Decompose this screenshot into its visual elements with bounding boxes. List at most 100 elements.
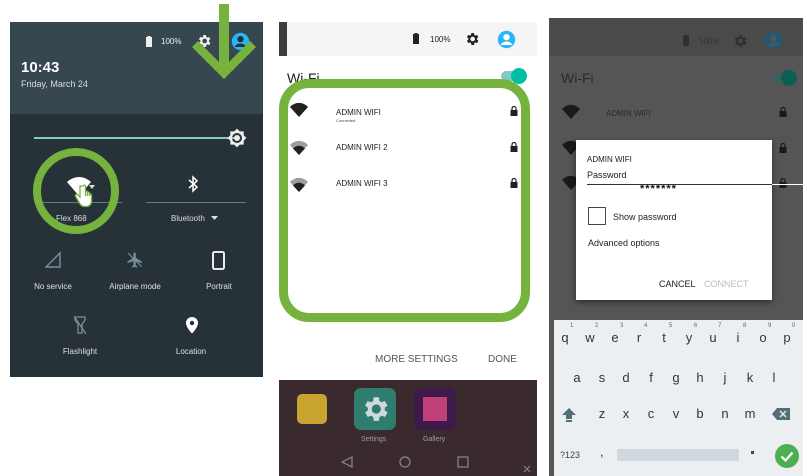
password-label: Password: [587, 170, 627, 180]
network-name-1: ADMIN WIFI: [606, 109, 651, 118]
key-i[interactable]: i: [728, 330, 748, 345]
done-check-key-icon[interactable]: [775, 444, 799, 468]
battery-icon: [682, 35, 690, 47]
shift-key-icon[interactable]: [561, 407, 577, 423]
key-j[interactable]: j: [715, 370, 735, 385]
brightness-icon[interactable]: [227, 128, 247, 148]
gallery-app-icon-inner: [423, 397, 447, 421]
key-o[interactable]: o: [753, 330, 773, 345]
bluetooth-dropdown-icon[interactable]: [211, 216, 218, 220]
wifi-toggle: [771, 70, 797, 86]
key-d[interactable]: d: [616, 370, 636, 385]
key-number-hint: 3: [620, 323, 624, 329]
key-f[interactable]: f: [641, 370, 661, 385]
flashlight-icon[interactable]: [74, 316, 86, 334]
period-key[interactable]: [751, 451, 754, 454]
connect-button[interactable]: CONNECT: [704, 279, 749, 289]
no-service-label: No service: [34, 282, 72, 291]
user-account-icon[interactable]: [497, 30, 516, 49]
lock-icon: [779, 107, 787, 117]
key-g[interactable]: g: [666, 370, 686, 385]
recents-nav-icon[interactable]: [457, 456, 469, 468]
cancel-button[interactable]: CANCEL: [659, 279, 696, 289]
home-nav-icon[interactable]: [399, 456, 411, 468]
battery-icon: [145, 36, 153, 48]
spacebar[interactable]: [617, 449, 739, 461]
tap-hand-icon: [72, 184, 94, 208]
portrait-icon[interactable]: [212, 251, 225, 270]
key-h[interactable]: h: [690, 370, 710, 385]
key-number-hint: 7: [718, 323, 722, 329]
advanced-options-link[interactable]: Advanced options: [588, 238, 660, 248]
key-number-hint: 4: [644, 323, 648, 329]
key-number-hint: 5: [669, 323, 673, 329]
key-m[interactable]: m: [740, 406, 760, 421]
key-v[interactable]: v: [666, 406, 686, 421]
airplane-mode-label: Airplane mode: [109, 282, 161, 291]
location-label: Location: [175, 347, 207, 356]
wifi-settings-screen: 100% Wi-Fi ADMIN WIFI Connected ADMIN WI…: [279, 22, 537, 476]
key-x[interactable]: x: [616, 406, 636, 421]
brightness-slider[interactable]: [34, 137, 234, 139]
key-a[interactable]: a: [567, 370, 587, 385]
dialog-network-name: ADMIN WIFI: [587, 155, 632, 164]
flashlight-label: Flashlight: [62, 347, 98, 356]
airplane-mode-icon[interactable]: [126, 251, 144, 269]
key-k[interactable]: k: [740, 370, 760, 385]
wifi-title: Wi-Fi: [561, 70, 594, 86]
gallery-app-icon[interactable]: [414, 388, 456, 430]
key-s[interactable]: s: [592, 370, 612, 385]
settings-app-label: Settings: [361, 436, 387, 443]
lock-icon: [779, 178, 787, 188]
key-c[interactable]: c: [641, 406, 661, 421]
key-number-hint: 0: [792, 323, 796, 329]
key-b[interactable]: b: [690, 406, 710, 421]
key-z[interactable]: z: [592, 406, 612, 421]
password-input-underline-overflow: [772, 184, 803, 185]
no-service-icon: [44, 251, 62, 269]
back-nav-icon[interactable]: [341, 456, 353, 468]
key-y[interactable]: y: [679, 330, 699, 345]
gallery-app-label: Gallery: [423, 436, 446, 443]
backspace-key-icon[interactable]: [772, 408, 790, 420]
battery-percent: 100%: [430, 35, 451, 44]
folder-app-icon[interactable]: [297, 394, 327, 424]
key-r[interactable]: r: [629, 330, 649, 345]
done-button[interactable]: DONE: [488, 354, 517, 365]
key-e[interactable]: e: [605, 330, 625, 345]
settings-gear-icon[interactable]: [464, 31, 480, 47]
settings-app-icon[interactable]: [354, 388, 396, 430]
key-number-hint: 6: [694, 323, 698, 329]
comma-key[interactable]: ,: [600, 444, 604, 459]
key-n[interactable]: n: [715, 406, 735, 421]
location-icon[interactable]: [185, 316, 199, 334]
bluetooth-tile-underline: [146, 202, 246, 203]
key-number-hint: 1: [570, 323, 574, 329]
user-account-icon: [764, 31, 783, 50]
key-number-hint: 2: [595, 323, 599, 329]
key-l[interactable]: l: [764, 370, 784, 385]
key-w[interactable]: w: [580, 330, 600, 345]
battery-percent: 100%: [161, 37, 182, 46]
expand-icon: [523, 465, 531, 473]
wifi-signal-icon: [561, 104, 581, 120]
bluetooth-icon[interactable]: [186, 175, 200, 193]
wifi-password-screen: 100% Wi-Fi ADMIN WIFI ADMIN WIFI Passwor…: [549, 18, 803, 476]
key-p[interactable]: p: [777, 330, 797, 345]
wifi-toggle-knob: [781, 70, 797, 86]
date-text: Friday, March 24: [21, 79, 88, 89]
symbols-key[interactable]: ?123: [560, 450, 580, 460]
key-number-hint: 8: [743, 323, 747, 329]
key-u[interactable]: u: [703, 330, 723, 345]
battery-icon: [412, 33, 420, 45]
status-bar-dark-edge: [279, 22, 287, 56]
clock-time: 10:43: [21, 59, 60, 76]
more-settings-button[interactable]: MORE SETTINGS: [375, 354, 458, 365]
lock-icon: [779, 143, 787, 153]
show-password-label: Show password: [613, 212, 677, 222]
key-q[interactable]: q: [555, 330, 575, 345]
show-password-checkbox[interactable]: [588, 207, 606, 225]
battery-percent: 100%: [699, 37, 720, 46]
key-t[interactable]: t: [654, 330, 674, 345]
password-input-underline: [587, 184, 772, 185]
